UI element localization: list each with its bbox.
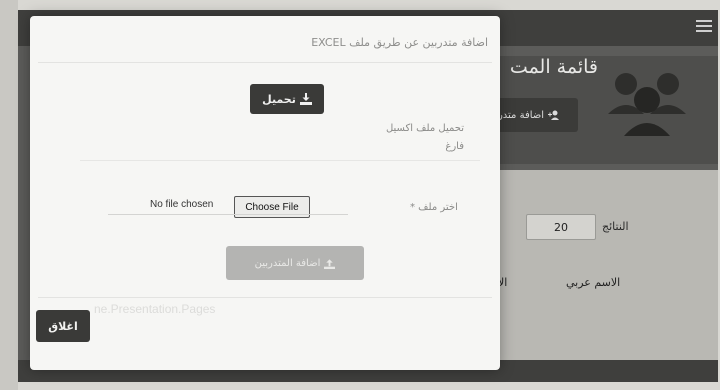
upload-icon — [324, 258, 336, 269]
users-icon — [608, 73, 686, 136]
page-edge — [0, 0, 18, 390]
modal-title: اضافة متدربين عن طريق ملف EXCEL — [311, 36, 488, 49]
close-button[interactable]: اغلاق — [36, 310, 90, 342]
hamburger-icon[interactable] — [696, 20, 712, 32]
download-icon — [299, 93, 312, 105]
divider — [80, 160, 480, 161]
download-template-button[interactable]: تحميل — [250, 84, 324, 114]
choose-file-label: اختر ملف * — [410, 202, 458, 213]
download-label-line2: فارغ — [445, 141, 464, 152]
download-button-label: تحميل — [262, 92, 296, 106]
submit-button-label: اضافة المتدربين — [254, 257, 321, 269]
page-title: قائمة المت — [509, 56, 598, 78]
content-panel — [498, 170, 718, 366]
column-header-arabic-name[interactable]: الاسم عربي — [566, 276, 620, 289]
download-label-line1: تحميل ملف اكسيل — [385, 123, 464, 134]
background-ghost-text: ne.Presentation.Pages — [94, 302, 216, 316]
upload-modal: اضافة متدربين عن طريق ملف EXCEL تحميل تح… — [30, 16, 500, 370]
download-template-label: تحميل ملف اكسيل فارغ — [352, 120, 464, 156]
file-input[interactable]: No file chosen Choose File — [150, 196, 350, 220]
add-trainees-submit-button[interactable]: اضافة المتدربين — [226, 246, 364, 280]
page-size-label: النتائج — [602, 220, 629, 233]
file-status: No file chosen — [150, 199, 214, 210]
add-user-icon — [548, 110, 560, 120]
page-size-select[interactable]: 20 — [526, 214, 596, 240]
add-trainee-label: اضافة متدر — [497, 109, 545, 121]
file-input-underline — [108, 214, 348, 215]
